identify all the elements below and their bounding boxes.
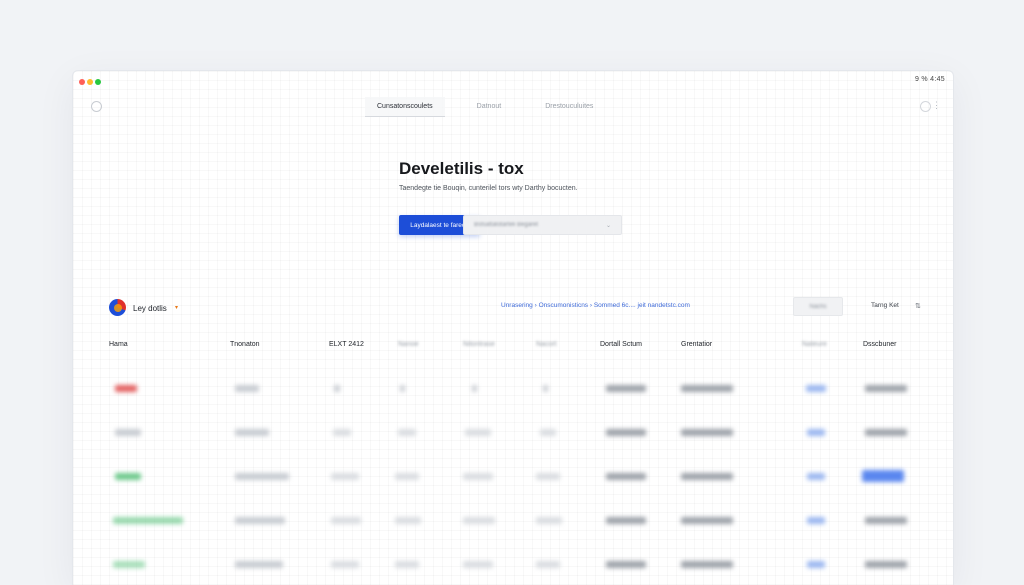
page-title: Develetilis - tox (399, 159, 524, 178)
table-cell (115, 385, 137, 392)
table-cell (681, 517, 733, 524)
status-badge (807, 561, 825, 568)
kebab-menu-icon[interactable]: ⋮ (932, 100, 941, 111)
table-cell (395, 473, 419, 480)
column-header-hama[interactable]: Hama (109, 341, 128, 348)
table-cell (865, 561, 907, 568)
table-cell (536, 473, 560, 480)
table-cell (400, 385, 405, 392)
column-header-nacort[interactable]: Nacort (536, 341, 557, 348)
table-cell (540, 429, 556, 436)
toolbar-button[interactable]: Nachs (793, 297, 843, 316)
table-cell (331, 561, 359, 568)
table-cell (115, 429, 141, 436)
table-cell (331, 473, 359, 480)
profile-circle-icon[interactable] (920, 101, 931, 112)
column-header-elxt[interactable]: ELXT 2412 (329, 341, 364, 348)
table-cell (681, 429, 733, 436)
column-header-dortall-sctum[interactable]: Dortall Sctum (600, 341, 642, 348)
table-cell (463, 517, 495, 524)
column-header-nateure[interactable]: Nateure (802, 341, 827, 348)
secondary-select-value: Bstsattatotarteli Begaret (474, 222, 539, 228)
table-cell (681, 561, 733, 568)
table-cell (606, 429, 646, 436)
system-status-text: 9 % 4:45 (914, 76, 945, 83)
status-badge (807, 473, 825, 480)
table-cell (865, 429, 907, 436)
table-cell (543, 385, 548, 392)
workspace-title[interactable]: Ley dotlis (133, 304, 167, 313)
table-cell (235, 561, 283, 568)
sort-icon[interactable]: ⇅ (915, 302, 921, 310)
status-badge (862, 470, 904, 482)
table-cell (681, 385, 733, 392)
table-cell (536, 517, 562, 524)
table-cell (113, 561, 145, 568)
table-cell (865, 517, 907, 524)
table-cell (606, 561, 646, 568)
column-header-grentatior[interactable]: Grentatior (681, 341, 712, 348)
table-cell (606, 517, 646, 524)
table-cell (235, 473, 289, 480)
table-cell (463, 561, 493, 568)
table-cell (606, 473, 646, 480)
table-cell (536, 561, 560, 568)
maximize-window-dot[interactable] (95, 79, 101, 85)
table-cell (463, 473, 493, 480)
column-header-tnonaton[interactable]: Tnonaton (230, 341, 260, 348)
table-cell (334, 385, 340, 392)
back-circle-icon[interactable] (91, 101, 102, 112)
workspace-dropdown-icon[interactable]: ▾ (175, 304, 178, 311)
table-cell (331, 517, 361, 524)
table-cell (235, 517, 285, 524)
table-cell (235, 385, 259, 392)
table-cell (398, 429, 416, 436)
toolbar-meta-text: Tarng Ket (871, 302, 899, 309)
toolbar-button-label: Nachs (809, 303, 827, 310)
browser-window: 9 % 4:45 Cunsatonscoulets Datnout Dresto… (72, 70, 954, 585)
status-badge (807, 429, 825, 436)
status-badge (806, 385, 826, 392)
table-cell (472, 385, 477, 392)
table-cell (865, 385, 907, 392)
app-logo-icon (109, 299, 126, 316)
status-badge (807, 517, 825, 524)
column-header-nitontrase[interactable]: Nitontrase (463, 341, 495, 348)
minimize-window-dot[interactable] (87, 79, 93, 85)
column-header-dsscbuner[interactable]: Dsscbuner (863, 341, 896, 348)
table-cell (395, 561, 419, 568)
column-header-nanoe[interactable]: Nanoe (398, 341, 419, 348)
table-cell (115, 473, 141, 480)
tab-datnout[interactable]: Datnout (465, 97, 514, 117)
tab-drestouculuites[interactable]: Drestouculuites (533, 97, 605, 117)
table-cell (113, 517, 183, 524)
page-subtitle: Taendegte tie Bouqin, cunterilel tors wt… (399, 185, 578, 192)
table-cell (333, 429, 351, 436)
close-window-dot[interactable] (79, 79, 85, 85)
chevron-down-icon: ⌄ (605, 222, 611, 229)
breadcrumb[interactable]: Unrasering › Onscumonisticns › Sommed 6c… (501, 302, 690, 309)
tab-cunsatonscoulets[interactable]: Cunsatonscoulets (365, 97, 445, 117)
table-cell (681, 473, 733, 480)
table-cell (606, 385, 646, 392)
window-titlebar: 9 % 4:45 (73, 71, 953, 91)
secondary-select[interactable]: Bstsattatotarteli Begaret ⌄ (463, 215, 622, 235)
table-cell (235, 429, 269, 436)
table-cell (465, 429, 491, 436)
top-navigation: Cunsatonscoulets Datnout Drestouculuites (365, 97, 605, 117)
table-cell (395, 517, 421, 524)
